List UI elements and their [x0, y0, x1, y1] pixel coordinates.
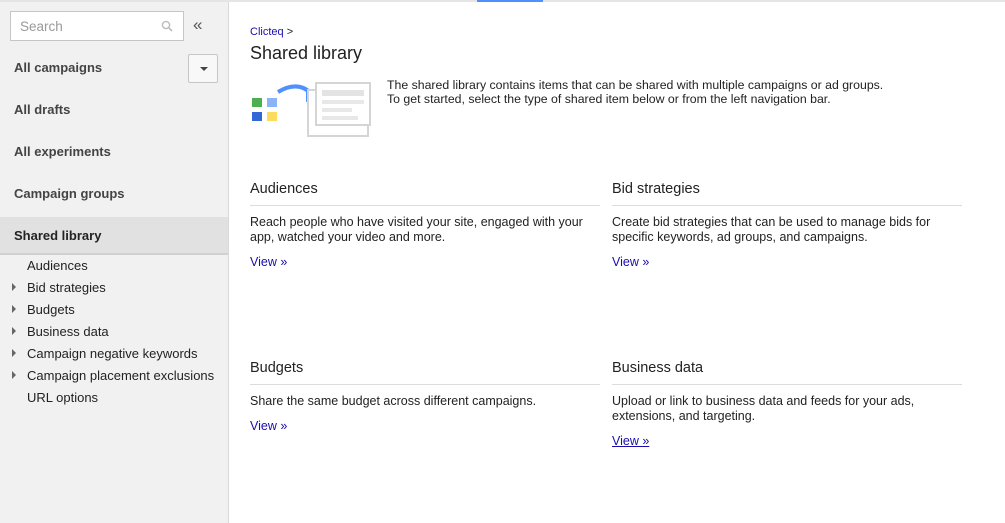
expand-triangle-icon[interactable]: [12, 305, 16, 313]
nav-label: Campaign groups: [14, 186, 125, 201]
sub-item-label: Campaign negative keywords: [27, 346, 198, 361]
breadcrumb-link[interactable]: Clicteq: [250, 26, 284, 38]
card-budgets: Budgets Share the same budget across dif…: [250, 360, 600, 435]
view-bid-strategies-link[interactable]: View »: [612, 255, 649, 269]
nav-label: All drafts: [14, 102, 71, 117]
expand-triangle-icon[interactable]: [12, 371, 16, 379]
card-audiences: Audiences Reach people who have visited …: [250, 181, 600, 271]
sub-item-label: Campaign placement exclusions: [27, 368, 215, 383]
breadcrumb: Clicteq >: [250, 26, 293, 38]
card-description: Upload or link to business data and feed…: [612, 394, 915, 423]
sub-item-audiences[interactable]: Audiences: [0, 255, 228, 277]
nav-label: All campaigns: [14, 60, 103, 75]
card-description: Reach people who have visited your site,…: [250, 215, 583, 244]
card-title: Audiences: [250, 181, 600, 206]
expand-triangle-icon[interactable]: [12, 327, 16, 335]
card-description: Share the same budget across different c…: [250, 394, 537, 408]
expand-triangle-icon[interactable]: [12, 283, 16, 291]
nav-label: All experiments: [14, 144, 111, 159]
sub-item-budgets[interactable]: Budgets: [0, 299, 228, 321]
sidebar: « All campaigns All drafts All experimen…: [0, 2, 229, 523]
main-content: Clicteq > Shared library The shared libr…: [230, 2, 1005, 523]
view-business-data-link[interactable]: View »: [612, 434, 649, 448]
caret-down-icon: [200, 67, 208, 71]
shared-library-illustration-icon: [252, 82, 371, 137]
nav-shared-library[interactable]: Shared library: [0, 217, 228, 255]
breadcrumb-separator: >: [286, 26, 294, 38]
view-audiences-link[interactable]: View »: [250, 255, 287, 269]
nav-label: Shared library: [14, 228, 102, 243]
search-icon[interactable]: [161, 20, 173, 32]
sub-item-bid-strategies[interactable]: Bid strategies: [0, 277, 228, 299]
card-title: Business data: [612, 360, 962, 385]
nav-campaign-groups[interactable]: Campaign groups: [0, 175, 228, 213]
nav-all-drafts[interactable]: All drafts: [0, 91, 228, 129]
sub-item-business-data[interactable]: Business data: [0, 321, 228, 343]
view-budgets-link[interactable]: View »: [250, 419, 287, 433]
search-input[interactable]: [11, 12, 151, 40]
campaigns-dropdown-button[interactable]: [188, 54, 218, 83]
page-title: Shared library: [250, 43, 363, 63]
sub-item-url-options[interactable]: URL options: [0, 387, 228, 409]
collapse-sidebar-icon[interactable]: «: [193, 15, 202, 35]
expand-triangle-icon[interactable]: [12, 349, 16, 357]
sub-item-label: Budgets: [27, 302, 75, 317]
sub-item-label: Audiences: [27, 258, 88, 273]
search-box[interactable]: [10, 11, 184, 41]
sub-item-campaign-placement-exclusions[interactable]: Campaign placement exclusions: [0, 365, 228, 387]
sub-item-label: URL options: [27, 390, 99, 405]
sub-item-label: Bid strategies: [27, 280, 106, 295]
sub-item-campaign-negative-keywords[interactable]: Campaign negative keywords: [0, 343, 228, 365]
card-title: Budgets: [250, 360, 600, 385]
sub-item-label: Business data: [27, 324, 109, 339]
card-title: Bid strategies: [612, 181, 962, 206]
nav-all-experiments[interactable]: All experiments: [0, 133, 228, 171]
card-bid-strategies: Bid strategies Create bid strategies tha…: [612, 181, 962, 271]
intro-text: The shared library contains items that c…: [387, 78, 884, 106]
card-description: Create bid strategies that can be used t…: [612, 215, 931, 244]
card-business-data: Business data Upload or link to business…: [612, 360, 962, 450]
